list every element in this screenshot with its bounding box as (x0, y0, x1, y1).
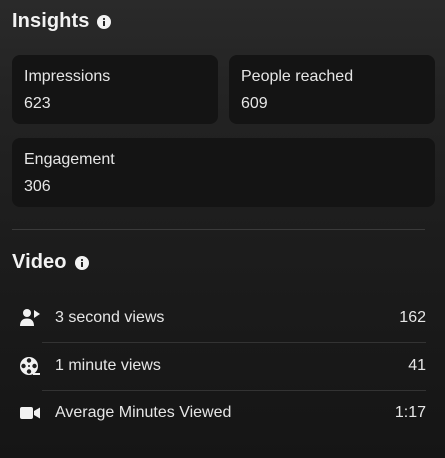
info-icon[interactable] (97, 14, 112, 29)
insights-heading: Insights (12, 10, 112, 33)
engagement-card: Engagement 306 (12, 138, 435, 207)
metric-label: 1 minute views (55, 357, 161, 374)
card-label: Impressions (24, 68, 111, 85)
video-camera-icon (18, 401, 42, 425)
metric-value: 1:17 (394, 404, 426, 421)
metric-value: 41 (408, 357, 426, 374)
card-label: Engagement (24, 151, 115, 168)
metric-label: 3 second views (55, 309, 165, 326)
section-divider (12, 229, 425, 230)
info-icon[interactable] (74, 255, 89, 270)
metric-row-1-minute-views: 1 minute views 41 (12, 346, 426, 386)
metric-row-average-minutes-viewed: Average Minutes Viewed 1:17 (12, 393, 426, 433)
video-title: Video (12, 251, 67, 273)
metric-row-3-second-views: 3 second views 162 (12, 298, 426, 338)
card-label: People reached (241, 68, 354, 85)
row-divider (42, 342, 426, 343)
card-value: 623 (24, 95, 51, 112)
people-reached-card: People reached 609 (229, 55, 435, 124)
row-divider (42, 390, 426, 391)
card-value: 609 (241, 95, 268, 112)
video-heading: Video (12, 251, 89, 274)
insights-title: Insights (12, 10, 90, 32)
card-value: 306 (24, 178, 51, 195)
metric-label: Average Minutes Viewed (55, 404, 232, 421)
impressions-card: Impressions 623 (12, 55, 218, 124)
person-play-icon (18, 306, 42, 330)
film-reel-icon (18, 354, 42, 378)
metric-value: 162 (399, 309, 426, 326)
